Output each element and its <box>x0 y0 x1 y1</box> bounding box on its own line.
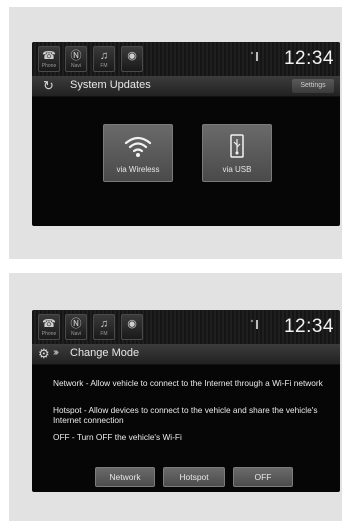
signal-icon <box>250 319 258 329</box>
figure-panel-system-updates: ☎ Phone Ⓝ Navi ♫ FM ◉ 12:34 ↻ System Upd… <box>9 7 342 259</box>
status-bar: ☎ Phone Ⓝ Navi ♫ FM ◉ 12:34 <box>32 310 340 344</box>
app-button[interactable]: ◉ <box>121 314 143 340</box>
title-bar: ↻ System Updates Settings <box>32 76 340 97</box>
signal-icon <box>250 51 258 61</box>
clock: 12:34 <box>283 316 334 337</box>
radio-icon: ♫ <box>99 50 109 62</box>
off-description: OFF - Turn OFF the vehicle's Wi-Fi <box>53 432 182 442</box>
navigation-icon: Ⓝ <box>70 50 82 62</box>
phone-label: Phone <box>41 331 57 337</box>
app-button[interactable]: ◉ <box>121 46 143 72</box>
figure-panel-change-mode: ☎ Phone Ⓝ Navi ♫ FM ◉ 12:34 ⚙ ››› Change… <box>9 273 342 521</box>
navigation-icon: Ⓝ <box>70 318 82 330</box>
page-title: Change Mode <box>70 347 140 359</box>
via-usb-button[interactable]: via USB <box>202 124 272 182</box>
navi-label: Navi <box>70 331 81 337</box>
phone-icon: ☎ <box>42 318 56 330</box>
usb-icon <box>230 134 244 158</box>
via-usb-label: via USB <box>222 165 252 174</box>
hotspot-button[interactable]: Hotspot <box>163 467 225 487</box>
clock: 12:34 <box>283 48 334 69</box>
infotainment-screen: ☎ Phone Ⓝ Navi ♫ FM ◉ 12:34 ⚙ ››› Change… <box>32 310 340 492</box>
fm-button[interactable]: ♫ FM <box>93 46 115 72</box>
infotainment-screen: ☎ Phone Ⓝ Navi ♫ FM ◉ 12:34 ↻ System Upd… <box>32 42 340 226</box>
phone-button[interactable]: ☎ Phone <box>38 314 60 340</box>
gear-icon: ⚙ <box>38 346 50 361</box>
radio-icon: ♫ <box>99 318 109 330</box>
via-wireless-label: via Wireless <box>116 165 160 174</box>
wifi-icon <box>124 136 152 157</box>
network-description: Network - Allow vehicle to connect to th… <box>53 378 323 388</box>
fm-label: FM <box>100 63 108 69</box>
page-title: System Updates <box>70 79 151 91</box>
app-icon: ◉ <box>127 318 137 330</box>
title-bar: ⚙ ››› Change Mode <box>32 344 340 365</box>
phone-label: Phone <box>41 63 57 69</box>
navi-button[interactable]: Ⓝ Navi <box>65 46 87 72</box>
fm-label: FM <box>100 331 108 337</box>
app-icon: ◉ <box>127 50 137 62</box>
settings-button[interactable]: Settings <box>292 79 334 93</box>
fm-button[interactable]: ♫ FM <box>93 314 115 340</box>
off-button[interactable]: OFF <box>233 467 293 487</box>
network-button[interactable]: Network <box>95 467 155 487</box>
navi-label: Navi <box>70 63 81 69</box>
hotspot-description: Hotspot - Allow devices to connect to th… <box>53 405 318 425</box>
phone-button[interactable]: ☎ Phone <box>38 46 60 72</box>
status-bar: ☎ Phone Ⓝ Navi ♫ FM ◉ 12:34 <box>32 42 340 76</box>
refresh-icon: ↻ <box>43 78 54 93</box>
navi-button[interactable]: Ⓝ Navi <box>65 314 87 340</box>
via-wireless-button[interactable]: via Wireless <box>103 124 173 182</box>
phone-icon: ☎ <box>42 50 56 62</box>
chevron-right-icon: ››› <box>53 347 59 358</box>
